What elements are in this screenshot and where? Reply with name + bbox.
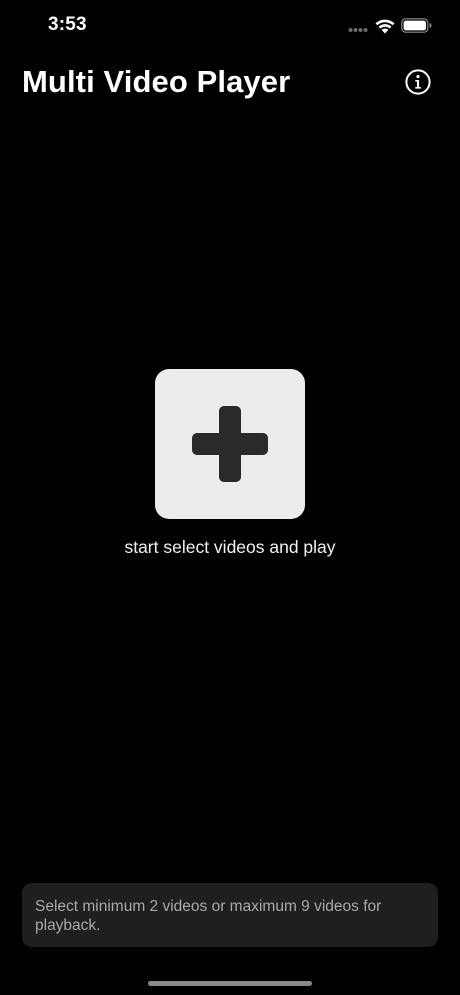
- status-bar: 3:53: [0, 0, 460, 54]
- plus-icon: [192, 406, 268, 482]
- signal-dots-icon: [348, 28, 368, 32]
- page-title: Multi Video Player: [22, 64, 291, 99]
- add-videos-caption: start select videos and play: [124, 537, 336, 557]
- hint-banner: Select minimum 2 videos or maximum 9 vid…: [22, 883, 438, 947]
- home-indicator[interactable]: [148, 981, 312, 986]
- info-circle-icon[interactable]: [404, 68, 432, 96]
- add-videos-button[interactable]: [155, 369, 305, 519]
- wifi-icon: [375, 19, 395, 34]
- battery-icon: [401, 18, 432, 33]
- hint-text: Select minimum 2 videos or maximum 9 vid…: [35, 898, 382, 934]
- status-time: 3:53: [48, 14, 87, 35]
